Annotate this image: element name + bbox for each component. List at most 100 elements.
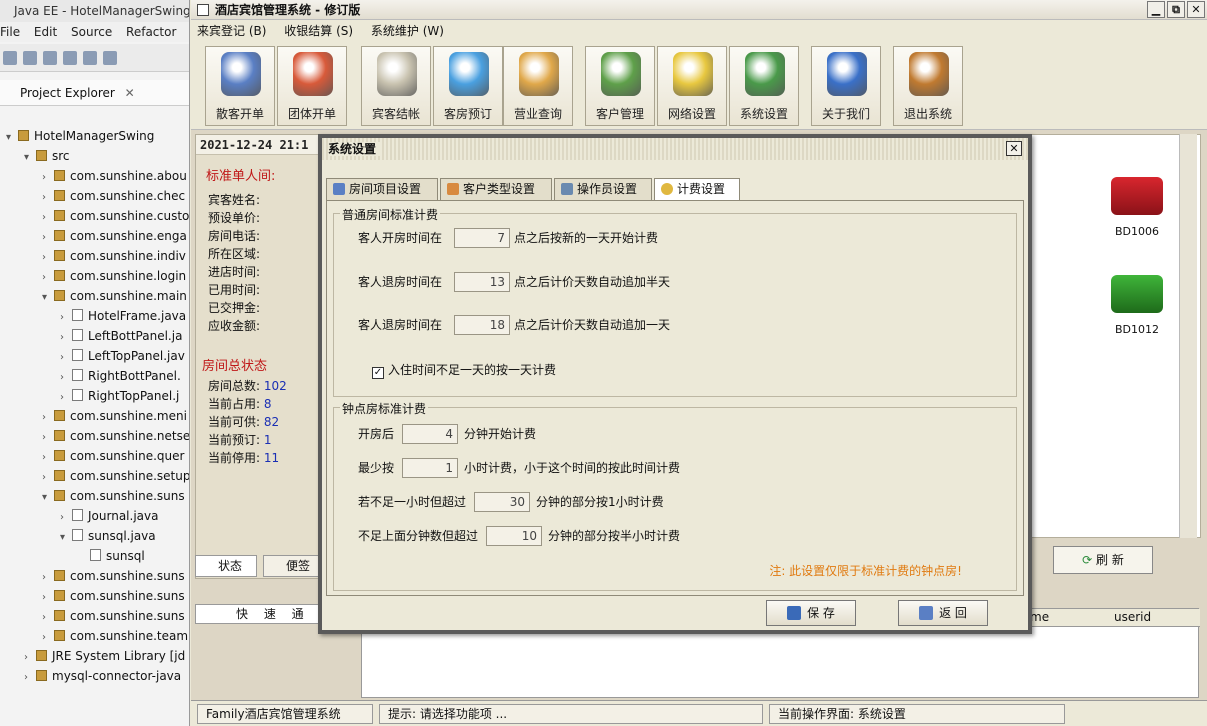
tree-item[interactable]: ▾ sunsql.java <box>0 526 189 548</box>
start-minutes-input[interactable]: 4 <box>402 424 458 444</box>
tree-item[interactable]: › RightBottPanel. <box>0 366 189 388</box>
checkbox-checked[interactable]: ✓ <box>372 367 384 379</box>
expand-arrow-icon[interactable]: ▾ <box>42 288 54 308</box>
tree-item[interactable]: ▾ com.sunshine.main <box>0 286 189 308</box>
expand-arrow-icon[interactable]: › <box>42 168 54 188</box>
menu-file[interactable]: File <box>0 25 20 39</box>
minimize-button[interactable]: ▁ <box>1147 1 1165 18</box>
close-window-button[interactable]: ✕ <box>1187 1 1205 18</box>
toolbar-button[interactable]: 宾客结帐 <box>361 46 431 126</box>
expand-arrow-icon[interactable]: › <box>42 228 54 248</box>
expand-arrow-icon[interactable]: › <box>60 348 72 368</box>
new-icon[interactable] <box>3 51 17 65</box>
expand-arrow-icon[interactable]: › <box>42 468 54 488</box>
expand-arrow-icon[interactable]: ▾ <box>6 128 18 148</box>
expand-arrow-icon[interactable]: › <box>42 568 54 588</box>
tree-item[interactable]: › LeftBottPanel.ja <box>0 326 189 348</box>
menu-cashier[interactable]: 收银结算 (S) <box>284 24 353 38</box>
tree-item[interactable]: › com.sunshine.chec <box>0 186 189 208</box>
refresh-button[interactable]: ⟳ 刷 新 <box>1053 546 1153 574</box>
back-button[interactable]: 返 回 <box>898 600 988 626</box>
new-day-hour-input[interactable]: 7 <box>454 228 510 248</box>
menu-guest-register[interactable]: 来宾登记 (B) <box>197 24 266 38</box>
expand-arrow-icon[interactable]: › <box>42 268 54 288</box>
tree-item[interactable]: › LeftTopPanel.jav <box>0 346 189 368</box>
expand-arrow-icon[interactable]: › <box>42 428 54 448</box>
expand-arrow-icon[interactable]: › <box>42 628 54 648</box>
expand-arrow-icon[interactable]: › <box>60 308 72 328</box>
min-one-day-checkbox[interactable]: ✓ 入住时间不足一天的按一天计费 <box>372 360 556 380</box>
toolbar-button[interactable]: 客户管理 <box>585 46 655 126</box>
tab-customer-types[interactable]: 客户类型设置 <box>440 178 552 200</box>
expand-arrow-icon[interactable]: › <box>42 608 54 628</box>
half-hour-threshold-input[interactable]: 10 <box>486 526 542 546</box>
tree-item[interactable]: sunsql <box>0 546 189 566</box>
toolbar-button[interactable]: 网络设置 <box>657 46 727 126</box>
expand-arrow-icon[interactable]: › <box>60 328 72 348</box>
expand-arrow-icon[interactable]: › <box>60 508 72 528</box>
tree-item[interactable]: › RightTopPanel.j <box>0 386 189 408</box>
toolbar-button[interactable]: 散客开单 <box>205 46 275 126</box>
one-hour-threshold-input[interactable]: 30 <box>474 492 530 512</box>
expand-arrow-icon[interactable]: › <box>42 248 54 268</box>
expand-arrow-icon[interactable]: › <box>42 448 54 468</box>
toolbar-button[interactable]: 退出系统 <box>893 46 963 126</box>
toolbar-button[interactable]: 团体开单 <box>277 46 347 126</box>
save-button[interactable]: 保 存 <box>766 600 856 626</box>
tree-item[interactable]: › com.sunshine.suns <box>0 566 189 588</box>
tab-operators[interactable]: 操作员设置 <box>554 178 652 200</box>
project-explorer-tab[interactable]: Project Explorer ✕ <box>0 80 189 106</box>
tree-item[interactable]: › com.sunshine.abou <box>0 166 189 188</box>
run-icon[interactable] <box>83 51 97 65</box>
menu-refactor[interactable]: Refactor <box>126 25 176 39</box>
expand-arrow-icon[interactable]: ▾ <box>24 148 36 168</box>
half-day-hour-input[interactable]: 13 <box>454 272 510 292</box>
tab-billing[interactable]: 计费设置 <box>654 178 740 201</box>
expand-arrow-icon[interactable]: › <box>42 588 54 608</box>
tree-item[interactable]: › com.sunshine.setup <box>0 466 189 488</box>
save-icon[interactable] <box>23 51 37 65</box>
print-icon[interactable] <box>43 51 57 65</box>
tree-item[interactable]: › mysql-connector-java <box>0 666 189 686</box>
expand-arrow-icon[interactable]: › <box>42 188 54 208</box>
menu-edit[interactable]: Edit <box>34 25 57 39</box>
close-icon[interactable]: ✕ <box>125 86 135 100</box>
expand-arrow-icon[interactable]: › <box>60 388 72 408</box>
maximize-button[interactable]: ⧉ <box>1167 1 1185 18</box>
tree-item[interactable]: › com.sunshine.suns <box>0 586 189 608</box>
tree-item[interactable]: › Journal.java <box>0 506 189 528</box>
toolbar-button[interactable]: 营业查询 <box>503 46 573 126</box>
tree-item[interactable]: ▾ HotelManagerSwing <box>0 126 189 148</box>
tree-item[interactable]: › JRE System Library [jd <box>0 646 189 668</box>
tab-room-items[interactable]: 房间项目设置 <box>326 178 438 200</box>
toolbar-button[interactable]: 系统设置 <box>729 46 799 126</box>
tree-item[interactable]: › com.sunshine.custo <box>0 206 189 228</box>
debug-icon[interactable] <box>63 51 77 65</box>
full-day-hour-input[interactable]: 18 <box>454 315 510 335</box>
tree-item[interactable]: › com.sunshine.netse <box>0 426 189 448</box>
toolbar-button[interactable]: 关于我们 <box>811 46 881 126</box>
room-bd1006[interactable]: BD1006 <box>1102 177 1172 238</box>
tree-item[interactable]: › com.sunshine.team <box>0 626 189 648</box>
column-header[interactable]: userid <box>1114 610 1151 624</box>
tree-item[interactable]: › com.sunshine.indiv <box>0 246 189 268</box>
expand-arrow-icon[interactable]: › <box>60 368 72 388</box>
tree-item[interactable]: › com.sunshine.login <box>0 266 189 288</box>
expand-arrow-icon[interactable]: › <box>42 408 54 428</box>
expand-arrow-icon[interactable]: › <box>42 208 54 228</box>
tree-item[interactable]: › HotelFrame.java <box>0 306 189 328</box>
expand-arrow-icon[interactable]: › <box>24 648 36 668</box>
room-bd1012[interactable]: BD1012 <box>1102 275 1172 336</box>
expand-arrow-icon[interactable]: ▾ <box>60 528 72 548</box>
column-header[interactable]: me <box>1030 610 1049 624</box>
room-grid-scrollbar[interactable] <box>1179 134 1197 538</box>
tree-item[interactable]: › com.sunshine.meni <box>0 406 189 428</box>
min-hours-input[interactable]: 1 <box>402 458 458 478</box>
stop-icon[interactable] <box>103 51 117 65</box>
tab-status[interactable]: 状态 <box>195 555 257 577</box>
menu-source[interactable]: Source <box>71 25 112 39</box>
tree-item[interactable]: › com.sunshine.quer <box>0 446 189 468</box>
tree-item[interactable]: ▾ src <box>0 146 189 168</box>
expand-arrow-icon[interactable]: ▾ <box>42 488 54 508</box>
tree-item[interactable]: ▾ com.sunshine.suns <box>0 486 189 508</box>
